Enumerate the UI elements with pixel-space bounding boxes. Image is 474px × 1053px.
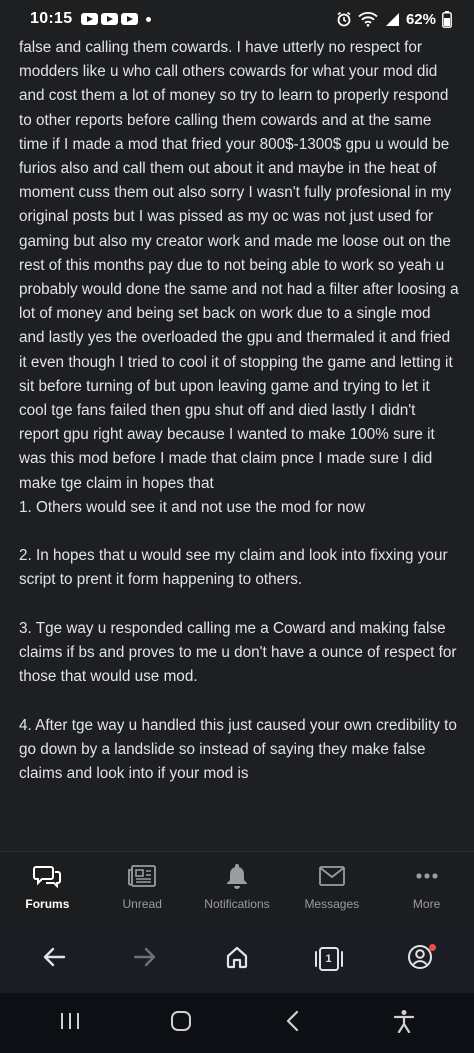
more-notifications-dot-icon: [146, 16, 152, 22]
wifi-icon: [358, 11, 378, 27]
bell-icon: [225, 861, 249, 891]
tab-notifications[interactable]: Notifications: [190, 852, 285, 925]
tab-forums[interactable]: Forums: [0, 852, 95, 925]
tab-unread[interactable]: Unread: [95, 852, 190, 925]
youtube-icon: [101, 13, 119, 25]
browser-tabs-button[interactable]: 1: [299, 934, 359, 984]
post-body-text: false and calling them cowards. I have u…: [19, 39, 459, 783]
browser-forward-button[interactable]: [115, 934, 175, 984]
more-dots-icon: [415, 861, 439, 891]
youtube-icon: [121, 13, 139, 25]
tab-label-messages: Messages: [304, 897, 360, 911]
battery-icon: [442, 10, 452, 28]
browser-toolbar: 1: [0, 925, 474, 993]
status-right: 62%: [336, 10, 452, 28]
tab-messages[interactable]: Messages: [284, 852, 379, 925]
alarm-icon: [336, 11, 352, 27]
account-notification-dot: [429, 944, 437, 951]
post-content: false and calling them cowards. I have u…: [19, 36, 459, 848]
system-back-button[interactable]: [263, 1001, 323, 1045]
browser-account-button[interactable]: [390, 934, 450, 984]
accessibility-icon: [393, 1009, 415, 1038]
tab-label-notifications: Notifications: [204, 897, 270, 911]
tab-more[interactable]: More: [379, 852, 474, 925]
app-tab-bar: Forums Unread Notifications Messages Mor…: [0, 851, 474, 925]
system-home-button[interactable]: [151, 1001, 211, 1045]
forums-icon: [33, 861, 62, 891]
status-bar: 10:15 62%: [0, 0, 474, 38]
tab-label-more: More: [412, 897, 441, 911]
recent-apps-icon: [59, 1011, 81, 1036]
tabs-icon: 1: [314, 946, 344, 972]
newspaper-icon: [127, 861, 157, 891]
back-arrow-icon: [42, 946, 66, 973]
home-circle-icon: [169, 1009, 193, 1038]
accessibility-button[interactable]: [374, 1001, 434, 1045]
home-icon: [225, 945, 249, 974]
envelope-icon: [318, 861, 346, 891]
tab-label-forums: Forums: [25, 897, 70, 911]
signal-icon: [384, 12, 400, 27]
battery-percent: 62%: [405, 10, 436, 28]
back-chevron-icon: [285, 1010, 301, 1037]
tab-label-unread: Unread: [122, 897, 162, 911]
browser-back-button[interactable]: [24, 934, 84, 984]
youtube-icon: [81, 13, 99, 25]
recent-apps-button[interactable]: [40, 1001, 100, 1045]
system-nav-bar: [0, 993, 474, 1053]
browser-home-button[interactable]: [207, 934, 267, 984]
status-time: 10:15: [30, 10, 73, 27]
notification-icons: [81, 13, 139, 25]
forward-arrow-icon: [133, 946, 157, 973]
tab-count: 1: [325, 953, 332, 965]
